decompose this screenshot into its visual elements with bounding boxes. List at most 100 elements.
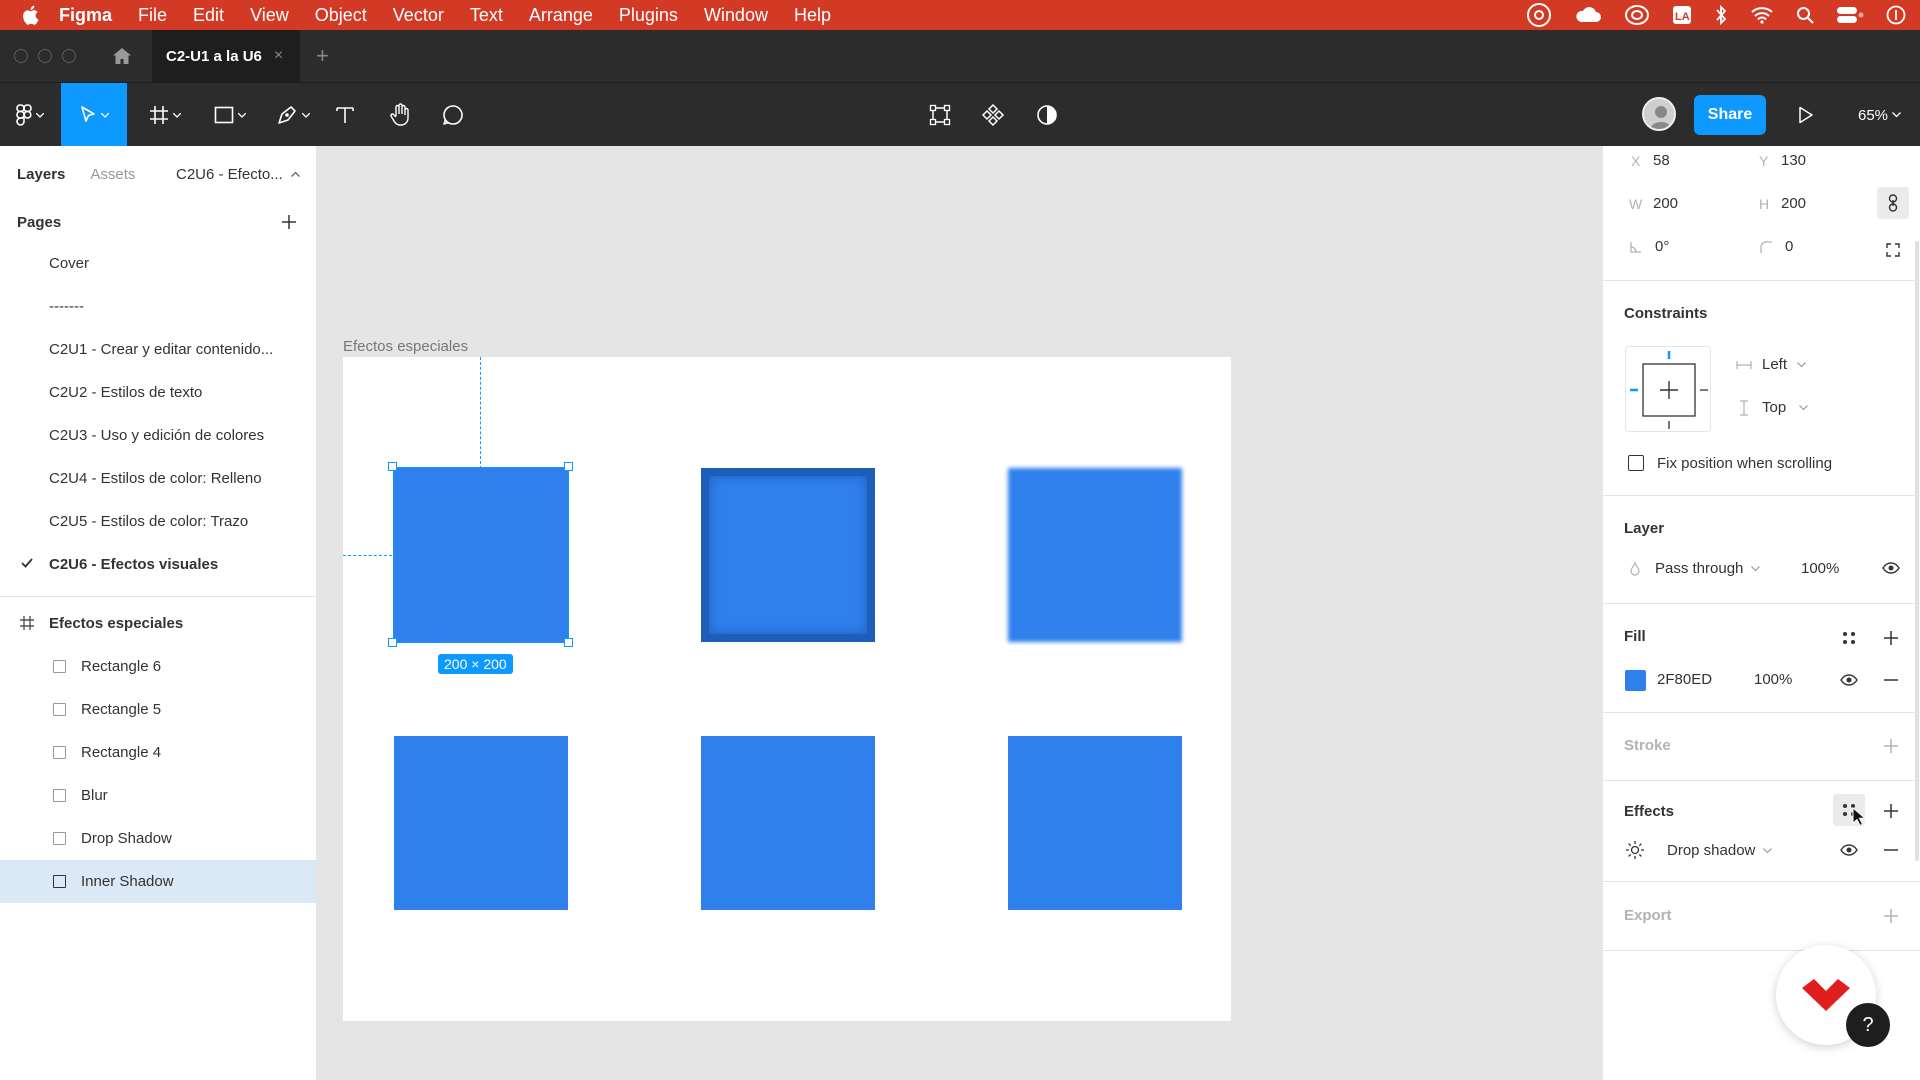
transform-tool-button[interactable]	[923, 83, 957, 147]
move-tool-button[interactable]	[61, 83, 127, 147]
remove-effect-button[interactable]	[1877, 838, 1905, 862]
resize-handle-tl[interactable]	[388, 462, 397, 471]
new-tab-icon[interactable]: +	[316, 43, 329, 69]
layer-visibility-toggle[interactable]	[1877, 556, 1905, 580]
page-item-c2u2[interactable]: C2U2 - Estilos de texto	[0, 371, 316, 414]
page-item-c2u6[interactable]: C2U6 - Efectos visuales	[0, 543, 316, 586]
resize-handle-bl[interactable]	[388, 638, 397, 647]
layer-rectangle-6[interactable]: Rectangle 6	[0, 645, 316, 688]
design-canvas[interactable]: Efectos especiales 200 × 200	[318, 146, 1602, 1080]
tab-assets[interactable]: Assets	[90, 166, 135, 183]
comment-tool-button[interactable]	[436, 83, 470, 147]
x-position-field[interactable]: X 58	[1631, 152, 1670, 169]
wifi-icon[interactable]	[1750, 6, 1774, 24]
frame-efectos-especiales[interactable]	[343, 357, 1231, 1021]
close-window-button[interactable]	[14, 49, 28, 63]
rect-6[interactable]	[394, 736, 568, 910]
menu-view[interactable]: View	[237, 0, 302, 30]
fill-hex-field[interactable]: 2F80ED	[1657, 671, 1712, 688]
layer-frame-efectos[interactable]: Efectos especiales	[0, 602, 316, 645]
page-item-c2u5[interactable]: C2U5 - Estilos de color: Trazo	[0, 500, 316, 543]
siri-info-icon[interactable]	[1886, 5, 1906, 25]
remove-fill-button[interactable]	[1877, 668, 1905, 692]
layer-drop-shadow[interactable]: Drop Shadow	[0, 817, 316, 860]
rect-5[interactable]	[701, 736, 875, 910]
spotlight-search-icon[interactable]	[1796, 6, 1814, 24]
component-tool-button[interactable]	[976, 83, 1010, 147]
minimize-window-button[interactable]	[38, 49, 52, 63]
adobe-cc-icon[interactable]	[1624, 4, 1650, 26]
rect-blur[interactable]	[1008, 468, 1182, 642]
zoom-dropdown[interactable]: 65%	[1858, 83, 1901, 147]
effect-type-dropdown[interactable]: Drop shadow	[1667, 842, 1773, 859]
menu-vector[interactable]: Vector	[380, 0, 457, 30]
close-tab-icon[interactable]: ×	[274, 47, 283, 65]
home-icon[interactable]	[108, 42, 136, 70]
frame-title-label[interactable]: Efectos especiales	[343, 338, 468, 355]
user-avatar[interactable]	[1642, 97, 1676, 131]
frame-tool-button[interactable]	[140, 83, 190, 147]
rotation-field[interactable]: 0°	[1629, 238, 1669, 255]
rect-4[interactable]	[1008, 736, 1182, 910]
layer-inner-shadow[interactable]: Inner Shadow	[0, 860, 316, 903]
keyboard-layout-icon[interactable]: LA	[1672, 5, 1692, 25]
effect-visibility-toggle[interactable]	[1835, 838, 1863, 862]
menu-arrange[interactable]: Arrange	[516, 0, 606, 30]
page-item-divider[interactable]: -------	[0, 285, 316, 328]
rect-inner-shadow-demo[interactable]	[701, 468, 875, 642]
width-field[interactable]: W 200	[1629, 195, 1678, 212]
text-tool-button[interactable]	[330, 83, 360, 147]
y-position-field[interactable]: Y 130	[1759, 152, 1806, 169]
add-effect-button[interactable]	[1877, 797, 1905, 825]
effect-settings-button[interactable]	[1621, 836, 1649, 864]
layer-opacity-field[interactable]: 100%	[1801, 560, 1839, 577]
resize-handle-br[interactable]	[564, 638, 573, 647]
page-item-cover[interactable]: Cover	[0, 242, 316, 285]
constraints-widget[interactable]	[1625, 346, 1711, 432]
maximize-window-button[interactable]	[62, 49, 76, 63]
menu-file[interactable]: File	[125, 0, 180, 30]
menu-edit[interactable]: Edit	[180, 0, 237, 30]
pen-tool-button[interactable]	[268, 83, 318, 147]
panel-scrollbar[interactable]	[1915, 241, 1919, 861]
help-button[interactable]: ?	[1846, 1003, 1890, 1047]
hand-tool-button[interactable]	[383, 83, 417, 147]
apple-icon[interactable]	[14, 0, 46, 30]
fill-opacity-field[interactable]: 100%	[1754, 671, 1792, 688]
page-item-c2u4[interactable]: C2U4 - Estilos de color: Relleno	[0, 457, 316, 500]
height-field[interactable]: H 200	[1759, 195, 1806, 212]
page-item-c2u1[interactable]: C2U1 - Crear y editar contenido...	[0, 328, 316, 371]
layer-blur[interactable]: Blur	[0, 774, 316, 817]
page-item-c2u3[interactable]: C2U3 - Uso y edición de colores	[0, 414, 316, 457]
menu-app-name[interactable]: Figma	[46, 0, 125, 30]
corner-radius-field[interactable]: 0	[1759, 238, 1793, 255]
bluetooth-icon[interactable]	[1714, 5, 1728, 25]
present-button[interactable]	[1788, 83, 1824, 147]
menu-text[interactable]: Text	[457, 0, 516, 30]
vertical-constraint-dropdown[interactable]: Top	[1739, 399, 1809, 416]
layer-rectangle-5[interactable]: Rectangle 5	[0, 688, 316, 731]
mask-tool-button[interactable]	[1030, 83, 1064, 147]
shape-tool-button[interactable]	[205, 83, 255, 147]
file-tab[interactable]: C2-U1 a la U6 ×	[152, 30, 300, 82]
fill-visibility-toggle[interactable]	[1835, 668, 1863, 692]
add-export-button[interactable]	[1877, 902, 1905, 930]
fill-styles-button[interactable]	[1835, 624, 1863, 652]
share-button[interactable]: Share	[1694, 95, 1766, 135]
page-switcher[interactable]: C2U6 - Efecto...	[176, 166, 300, 183]
menu-help[interactable]: Help	[781, 0, 844, 30]
constrain-proportions-button[interactable]	[1877, 187, 1909, 219]
creative-cloud-icon[interactable]	[1526, 2, 1552, 28]
resize-handle-tr[interactable]	[564, 462, 573, 471]
independent-corners-button[interactable]	[1881, 238, 1905, 262]
menu-plugins[interactable]: Plugins	[606, 0, 691, 30]
fix-position-checkbox[interactable]	[1628, 455, 1644, 471]
cloud-icon[interactable]	[1574, 6, 1602, 24]
add-fill-button[interactable]	[1877, 624, 1905, 652]
main-menu-button[interactable]	[10, 83, 50, 147]
add-stroke-button[interactable]	[1877, 732, 1905, 760]
menu-window[interactable]: Window	[691, 0, 781, 30]
fill-color-swatch[interactable]	[1625, 670, 1646, 691]
add-page-plus-icon[interactable]	[282, 215, 296, 229]
control-center-icon[interactable]	[1836, 5, 1864, 25]
